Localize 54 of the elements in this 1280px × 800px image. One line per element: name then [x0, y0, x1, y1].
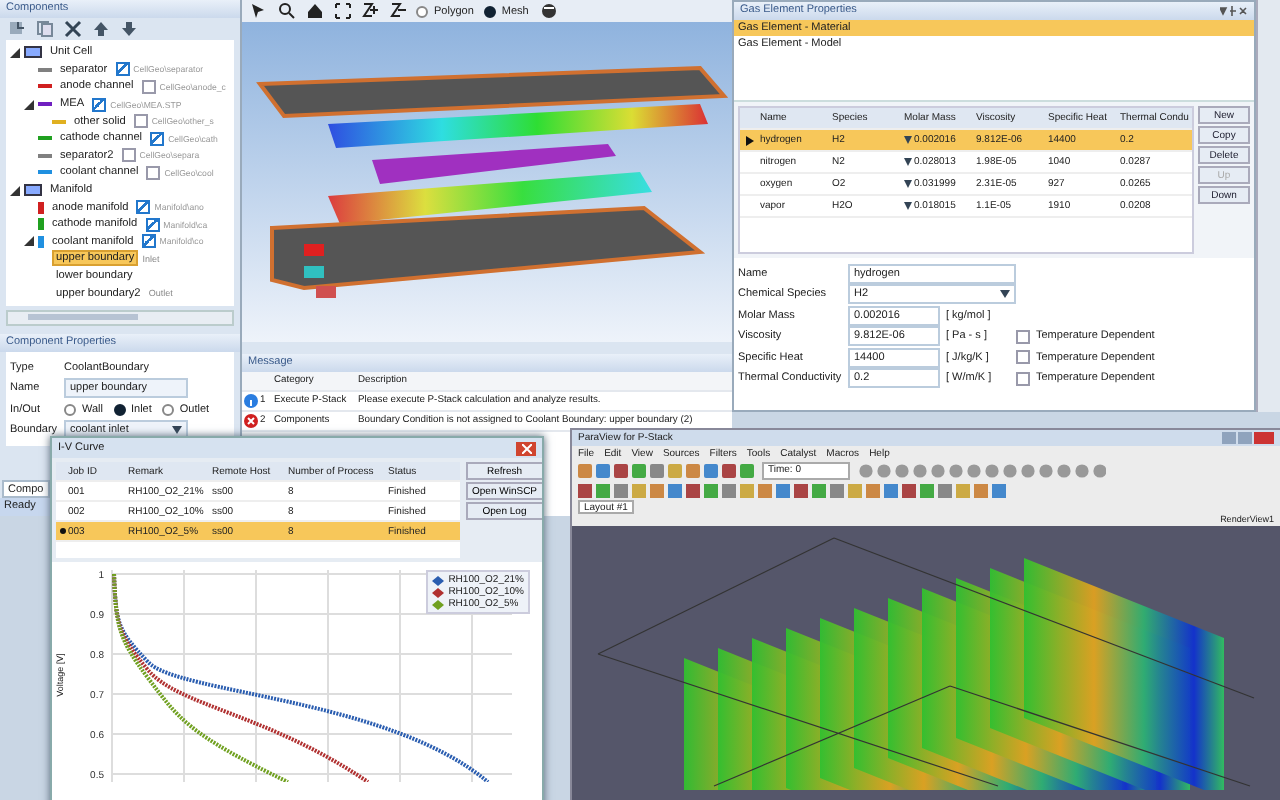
- checkbox[interactable]: [115, 62, 130, 77]
- dropdown-arrow-icon: [904, 202, 912, 210]
- checkbox[interactable]: [136, 200, 151, 215]
- copy-icon: [36, 20, 54, 38]
- window-controls-icon: [1222, 432, 1274, 444]
- toolbar-button[interactable]: [90, 18, 112, 40]
- sphere-icon: [540, 2, 559, 20]
- toolbar-button[interactable]: [360, 0, 382, 22]
- folder-icon: [24, 184, 42, 197]
- checkbox[interactable]: [146, 165, 161, 180]
- dropdown-arrow-icon: [904, 158, 912, 166]
- radio-button[interactable]: [416, 5, 428, 17]
- radio-button[interactable]: [483, 5, 496, 17]
- zoom-in-icon: [362, 2, 380, 20]
- fit-view-icon: [334, 2, 352, 20]
- folder-icon: [24, 46, 42, 59]
- toolbar-button[interactable]: [276, 0, 298, 22]
- radio-button[interactable]: [113, 403, 125, 416]
- dropdown-arrow-icon: [172, 426, 182, 435]
- scrollbar-thumb[interactable]: [28, 314, 138, 320]
- toolbar-button[interactable]: [332, 0, 354, 22]
- checkbox[interactable]: [133, 114, 148, 129]
- toolbar-button[interactable]: [304, 0, 326, 22]
- new-item-icon: [8, 20, 26, 38]
- toolbar-button[interactable]: [6, 18, 28, 40]
- row-pointer-icon: [746, 135, 754, 145]
- dropdown-arrow-icon: [904, 180, 912, 188]
- checkbox[interactable]: [121, 148, 136, 163]
- checkbox[interactable]: [1016, 371, 1030, 385]
- toolbar-button[interactable]: [538, 0, 561, 22]
- checkbox[interactable]: [141, 79, 156, 94]
- checkbox[interactable]: [1016, 329, 1030, 343]
- checkbox[interactable]: [141, 234, 156, 249]
- toolbar-button[interactable]: [388, 0, 410, 22]
- checkbox[interactable]: [145, 217, 160, 232]
- checkbox[interactable]: [1016, 350, 1030, 364]
- close-button[interactable]: [516, 441, 536, 455]
- toolbar-button[interactable]: [118, 18, 140, 40]
- window-controls-icon: [1220, 6, 1248, 16]
- dropdown-arrow-icon: [904, 136, 912, 144]
- up-arrow-icon: [92, 20, 110, 38]
- radio-button[interactable]: [161, 403, 174, 416]
- checkbox[interactable]: [92, 97, 107, 112]
- toolbar-button[interactable]: [62, 18, 84, 40]
- row-pointer-icon: [59, 528, 65, 534]
- horizontal-scrollbar[interactable]: [6, 310, 234, 326]
- zoom-icon: [278, 2, 296, 20]
- down-arrow-icon: [120, 20, 138, 38]
- checkbox[interactable]: [150, 131, 165, 146]
- radio-button[interactable]: [64, 403, 76, 416]
- pointer-icon: [250, 2, 268, 20]
- delete-icon: [64, 20, 82, 38]
- zoom-out-icon: [390, 2, 408, 20]
- dropdown-arrow-icon: [1000, 290, 1010, 298]
